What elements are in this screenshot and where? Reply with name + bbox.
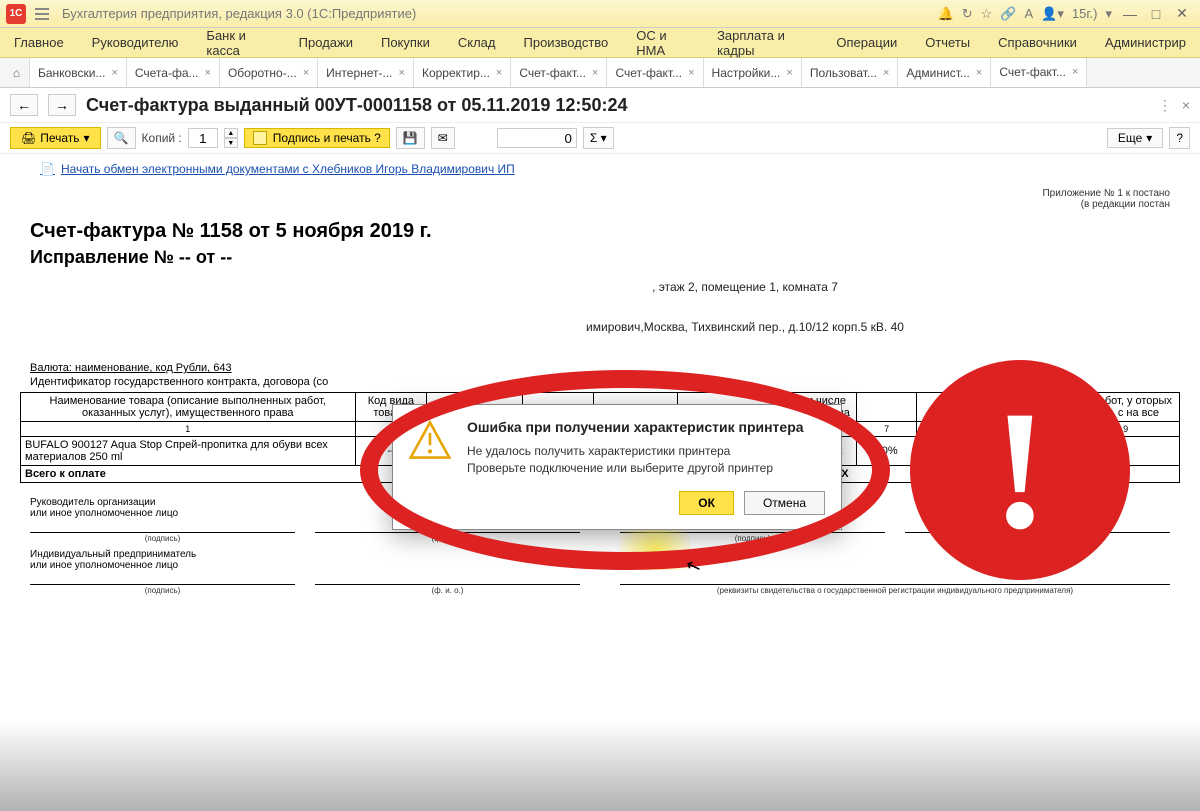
close-icon[interactable]: ×	[399, 67, 405, 79]
menu-assets[interactable]: ОС и НМА	[622, 28, 703, 57]
sign-print-button[interactable]: Подпись и печать ?	[244, 128, 390, 148]
address-line-2: имирович,Москва, Тихвинский пер., д.10/1…	[30, 320, 1180, 334]
contract-line: Идентификатор государственного контракта…	[30, 376, 1180, 388]
tab-item[interactable]: Банковски...×	[30, 58, 127, 87]
close-icon[interactable]: ×	[205, 67, 211, 79]
tab-item[interactable]: Корректир...×	[414, 58, 511, 87]
sum-button[interactable]: Σ ▾	[583, 127, 614, 149]
appendix-text: Приложение № 1 к постано (в редакции пос…	[20, 184, 1180, 212]
menu-directories[interactable]: Справочники	[984, 28, 1091, 57]
document-icon: 📄	[40, 162, 55, 176]
close-icon[interactable]: ×	[883, 67, 889, 79]
close-icon[interactable]: ×	[592, 67, 598, 79]
ip-signature-section: Индивидуальный предприниматель или иное …	[30, 549, 1170, 595]
copies-input[interactable]	[188, 128, 218, 148]
col-name: Наименование товара (описание выполненны…	[21, 393, 356, 422]
close-icon[interactable]: ×	[303, 67, 309, 79]
dropdown-icon: ▾	[84, 131, 90, 145]
error-message-2: Проверьте подключение или выберите друго…	[467, 460, 825, 477]
error-message-1: Не удалось получить характеристики принт…	[467, 443, 825, 460]
menu-sales[interactable]: Продажи	[285, 28, 367, 57]
link-icon[interactable]: 🔗	[1000, 6, 1016, 22]
menu-operations[interactable]: Операции	[822, 28, 911, 57]
ok-button[interactable]: ОК	[679, 491, 734, 515]
copies-up-button[interactable]: ▲	[224, 128, 238, 138]
correction-heading: Исправление № -- от --	[30, 247, 1180, 268]
history-icon[interactable]: ↻	[962, 6, 973, 22]
user-label: А	[1025, 6, 1034, 21]
toolbar: 🖨 Печать ▾ 🔍 Копий : ▲ ▼ Подпись и печат…	[0, 123, 1200, 154]
tab-item[interactable]: Счет-факт...×	[607, 58, 703, 87]
error-title: Ошибка при получении характеристик принт…	[467, 419, 825, 435]
more-button[interactable]: Еще▾	[1107, 128, 1163, 148]
star-icon[interactable]: ☆	[981, 6, 993, 22]
menu-purchases[interactable]: Покупки	[367, 28, 444, 57]
close-icon[interactable]: ×	[1072, 66, 1078, 78]
print-button[interactable]: 🖨 Печать ▾	[10, 127, 101, 149]
nav-forward-button[interactable]: →	[48, 94, 76, 116]
tab-item-active[interactable]: Счет-факт...×	[991, 58, 1087, 87]
menu-admin[interactable]: Администрир	[1091, 28, 1200, 57]
tab-item[interactable]: Счет-факт...×	[511, 58, 607, 87]
date-label[interactable]: 15г.)	[1072, 6, 1098, 21]
error-dialog: Ошибка при получении характеристик принт…	[392, 404, 842, 530]
col-right: ость бот, у оторых ость с на все	[1072, 393, 1180, 422]
currency-line: Валюта: наименование, код Рубли, 643	[30, 362, 1180, 374]
warning-icon	[409, 419, 451, 461]
close-button[interactable]: ✕	[1170, 5, 1194, 23]
tab-item[interactable]: Админист...×	[898, 58, 991, 87]
tab-item[interactable]: Пользоват...×	[802, 58, 899, 87]
close-icon[interactable]: ×	[976, 67, 982, 79]
start-exchange-link[interactable]: Начать обмен электронными документами с …	[61, 162, 515, 176]
logo-1c-icon: 1C	[6, 4, 26, 24]
maximize-button[interactable]: □	[1144, 5, 1168, 23]
menu-icon[interactable]	[32, 4, 52, 24]
preview-button[interactable]: 🔍	[107, 127, 136, 149]
bell-icon[interactable]: 🔔	[938, 6, 954, 22]
home-tab-icon[interactable]: ⌂	[4, 58, 30, 87]
document-header: ← → Счет-фактура выданный 00УТ-0001158 о…	[0, 88, 1200, 123]
close-icon[interactable]: ×	[688, 67, 694, 79]
tab-item[interactable]: Настройки...×	[704, 58, 802, 87]
dropdown-icon[interactable]: ▾	[1105, 6, 1112, 22]
cancel-button[interactable]: Отмена	[744, 491, 825, 515]
invoice-heading: Счет-фактура № 1158 от 5 ноября 2019 г.	[30, 220, 1180, 243]
menu-stock[interactable]: Склад	[444, 28, 510, 57]
nav-back-button[interactable]: ←	[10, 94, 38, 116]
page-input[interactable]	[497, 128, 577, 148]
menu-bar: Главное Руководителю Банк и касса Продаж…	[0, 28, 1200, 58]
close-icon[interactable]: ×	[496, 67, 502, 79]
tab-bar: ⌂ Банковски...× Счета-фа...× Оборотно-..…	[0, 58, 1200, 88]
menu-reports[interactable]: Отчеты	[911, 28, 984, 57]
checkbox-icon[interactable]	[253, 131, 267, 145]
save-button[interactable]: 💾	[396, 127, 425, 149]
help-button[interactable]: ?	[1169, 127, 1190, 149]
menu-salary[interactable]: Зарплата и кадры	[703, 28, 822, 57]
copies-down-button[interactable]: ▼	[224, 138, 238, 148]
menu-production[interactable]: Производство	[510, 28, 623, 57]
close-doc-icon[interactable]: ×	[1182, 97, 1190, 114]
copies-label: Копий :	[142, 131, 182, 145]
printer-icon: 🖨	[21, 131, 36, 145]
menu-bank[interactable]: Банк и касса	[192, 28, 284, 57]
address-line-1: , этаж 2, помещение 1, комната 7	[30, 280, 1180, 294]
close-icon[interactable]: ×	[111, 67, 117, 79]
email-button[interactable]: ✉	[431, 127, 455, 149]
close-icon[interactable]: ×	[786, 67, 792, 79]
gradient-overlay	[0, 721, 1200, 811]
user-icon[interactable]: 👤▾	[1041, 6, 1064, 22]
menu-main[interactable]: Главное	[0, 28, 78, 57]
minimize-button[interactable]: —	[1118, 5, 1142, 23]
document-title: Счет-фактура выданный 00УТ-0001158 от 05…	[86, 95, 627, 116]
tab-item[interactable]: Интернет-...×	[318, 58, 414, 87]
title-bar: 1C Бухгалтерия предприятия, редакция 3.0…	[0, 0, 1200, 28]
menu-manager[interactable]: Руководителю	[78, 28, 193, 57]
tab-item[interactable]: Счета-фа...×	[127, 58, 220, 87]
tab-item[interactable]: Оборотно-...×	[220, 58, 318, 87]
vertical-dots-icon[interactable]: ⋮	[1158, 97, 1172, 114]
app-title: Бухгалтерия предприятия, редакция 3.0 (1…	[62, 6, 932, 21]
